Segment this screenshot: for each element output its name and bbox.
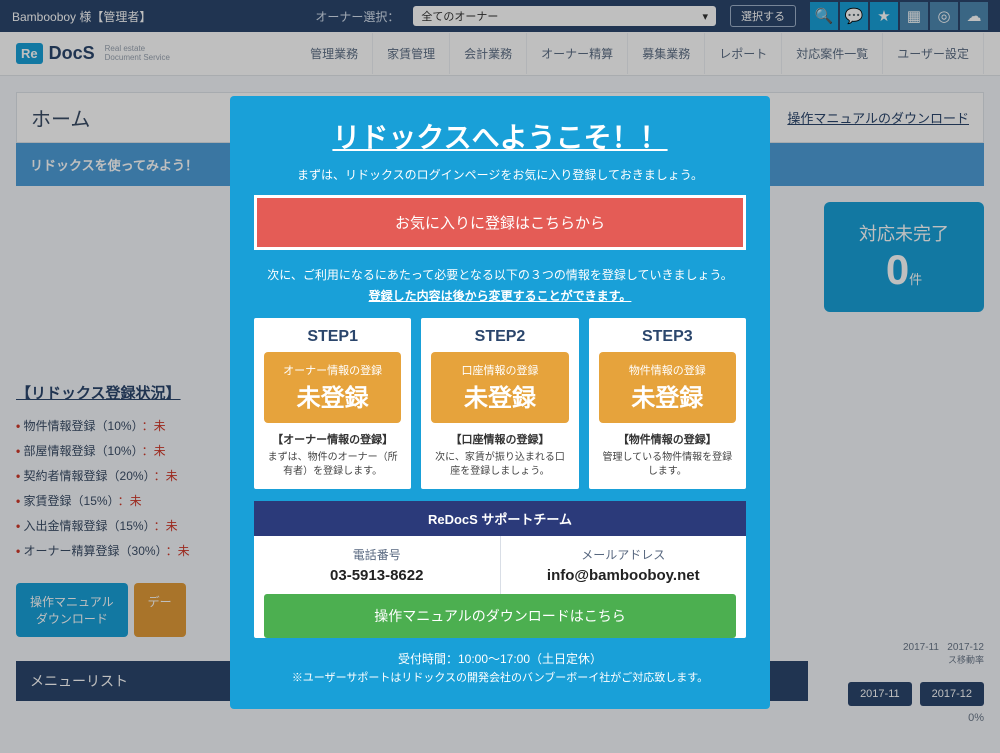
step-card[interactable]: STEP3 物件情報の登録未登録【物件情報の登録】管理している物件情報を登録します…: [589, 318, 746, 489]
step-badge: オーナー情報の登録未登録: [264, 352, 401, 423]
step-number: STEP3: [599, 328, 736, 346]
step-category: 【オーナー情報の登録】: [264, 431, 401, 447]
support-phone: 電話番号 03-5913-8622: [254, 536, 500, 594]
step-description: まずは、物件のオーナー（所有者）を登録します。: [264, 451, 401, 479]
step-badge: 物件情報の登録未登録: [599, 352, 736, 423]
support-title: ReDocS サポートチーム: [254, 501, 746, 536]
welcome-modal: リドックスへようこそ！！ まずは、リドックスのログインページをお気に入り登録して…: [230, 96, 770, 709]
mail-label: メールアドレス: [511, 546, 737, 563]
modal-next-text: 次に、ご利用になるにあたって必要となる以下の３つの情報を登録していきましょう。: [254, 266, 746, 283]
steps-row: STEP1 オーナー情報の登録未登録【オーナー情報の登録】まずは、物件のオーナー（…: [254, 318, 746, 489]
modal-later-text: 登録した内容は後から変更することができます。: [254, 287, 746, 304]
favorite-button[interactable]: お気に入りに登録はこちらから: [254, 195, 746, 250]
modal-overlay[interactable]: リドックスへようこそ！！ まずは、リドックスのログインページをお気に入り登録して…: [0, 0, 1000, 753]
step-badge: 口座情報の登録未登録: [431, 352, 568, 423]
phone-label: 電話番号: [264, 546, 490, 563]
support-mail: メールアドレス info@bambooboy.net: [500, 536, 747, 594]
step-number: STEP1: [264, 328, 401, 346]
modal-lead: まずは、リドックスのログインページをお気に入り登録しておきましょう。: [254, 166, 746, 183]
step-category: 【口座情報の登録】: [431, 431, 568, 447]
support-note: ※ユーザーサポートはリドックスの開発会社のバンブーボーイ社がご対応致します。: [254, 669, 746, 685]
support-hours: 受付時間：10:00〜17:00（土日定休）: [254, 650, 746, 667]
step-description: 次に、家賃が振り込まれる口座を登録しましょう。: [431, 451, 568, 479]
mail-value: info@bambooboy.net: [511, 567, 737, 584]
step-card[interactable]: STEP1 オーナー情報の登録未登録【オーナー情報の登録】まずは、物件のオーナー（…: [254, 318, 411, 489]
step-number: STEP2: [431, 328, 568, 346]
step-description: 管理している物件情報を登録します。: [599, 451, 736, 479]
step-card[interactable]: STEP2 口座情報の登録未登録【口座情報の登録】次に、家賃が振り込まれる口座を登…: [421, 318, 578, 489]
modal-title: リドックスへようこそ！！: [254, 116, 746, 156]
support-box: ReDocS サポートチーム 電話番号 03-5913-8622 メールアドレス…: [254, 501, 746, 638]
phone-value: 03-5913-8622: [264, 567, 490, 584]
manual-download-green-button[interactable]: 操作マニュアルのダウンロードはこちら: [264, 594, 736, 638]
step-category: 【物件情報の登録】: [599, 431, 736, 447]
